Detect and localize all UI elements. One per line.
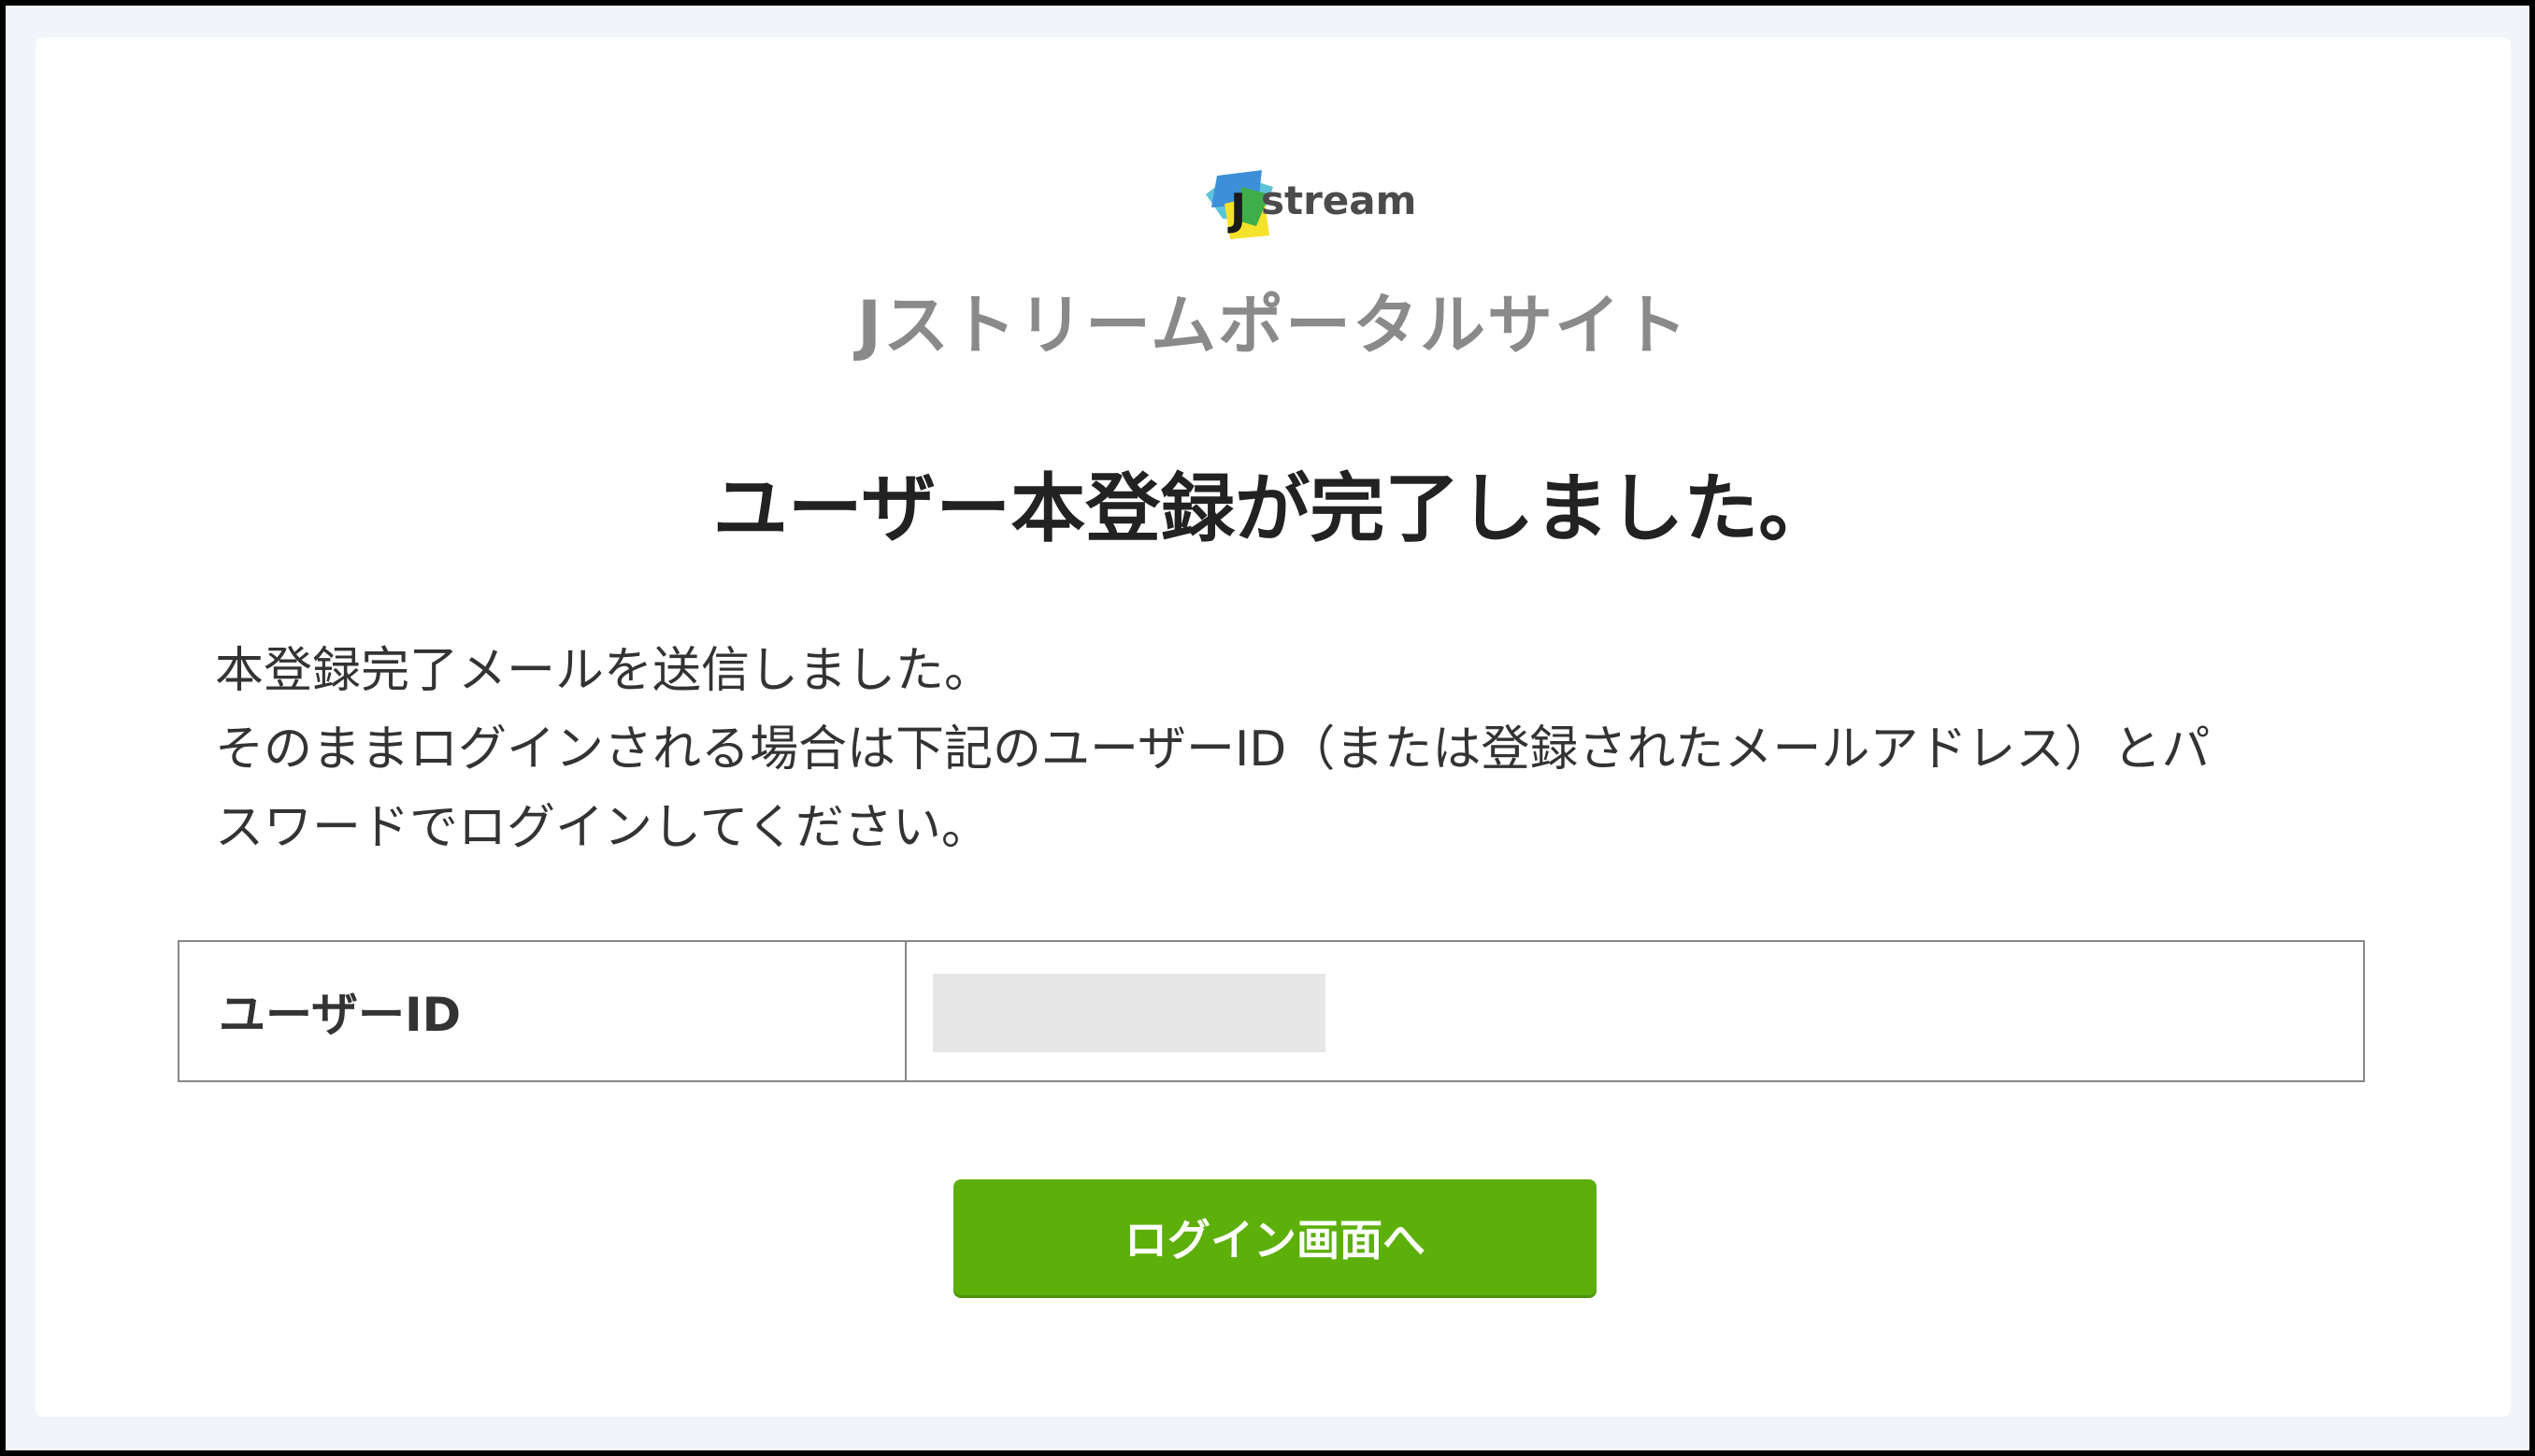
login-screen-button[interactable]: ログイン画面へ bbox=[953, 1179, 1597, 1295]
page-title: ユーザー本登録が完了しました。 bbox=[712, 465, 1834, 552]
page-frame: J stream Jストリームポータルサイト ユーザー本登録が完了しました。 本… bbox=[6, 6, 2529, 1450]
logo-text: stream bbox=[1261, 178, 1417, 223]
message-line: スワードでログインしてください。 bbox=[215, 800, 990, 856]
jstream-logo: J stream bbox=[1204, 166, 1416, 243]
message-line: そのままログインされる場合は下記のユーザーID（または登録されたメールアドレス）… bbox=[215, 721, 2211, 778]
registration-complete-card: J stream Jストリームポータルサイト ユーザー本登録が完了しました。 本… bbox=[36, 37, 2511, 1417]
logo-letter: J bbox=[1227, 184, 1246, 235]
message-body: 本登録完了メールを送信しました。 そのままログインされる場合は下記のユーザーID… bbox=[215, 632, 2402, 867]
user-id-table: ユーザーID bbox=[178, 940, 2365, 1082]
user-id-label: ユーザーID bbox=[179, 942, 907, 1080]
site-title: Jストリームポータルサイト bbox=[857, 287, 1689, 364]
user-id-value-cell bbox=[907, 942, 2363, 1080]
message-line: 本登録完了メールを送信しました。 bbox=[215, 643, 994, 699]
user-id-value-redacted bbox=[933, 974, 1325, 1052]
